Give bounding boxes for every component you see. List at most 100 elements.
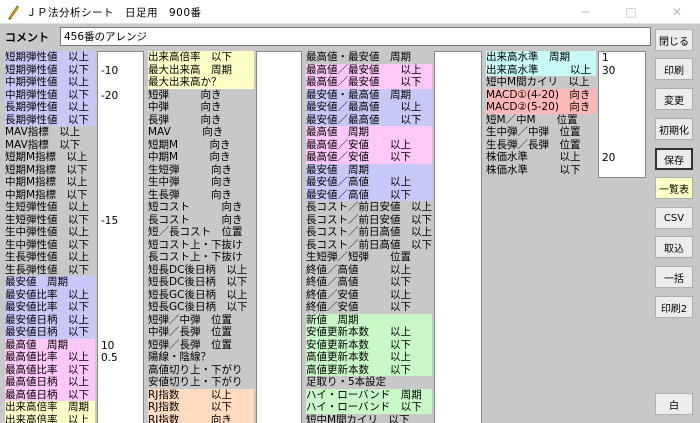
col2-value-13[interactable] <box>257 202 301 215</box>
col3-value-8[interactable] <box>435 140 481 153</box>
print2-button[interactable]: 印刷2 <box>655 296 693 318</box>
col3-value-22[interactable] <box>435 315 481 328</box>
col4-value-2[interactable]: 30 <box>599 65 645 78</box>
col3-value-2[interactable] <box>435 65 481 78</box>
minimize-icon[interactable]: − <box>562 0 608 24</box>
col1-value-30[interactable] <box>98 415 143 423</box>
col1-value-25[interactable]: 0.5 <box>98 352 143 365</box>
col3-value-11[interactable] <box>435 177 481 190</box>
col1-value-3[interactable] <box>98 77 143 90</box>
col2-value-18[interactable] <box>257 265 301 278</box>
col2-value-14[interactable] <box>257 215 301 228</box>
col1-value-24[interactable]: 10 <box>98 340 143 353</box>
col4-value-6[interactable] <box>599 115 645 128</box>
col3-value-29[interactable] <box>435 402 481 415</box>
col2-value-4[interactable] <box>257 90 301 103</box>
col3-value-1[interactable] <box>435 52 481 65</box>
col1-value-26[interactable] <box>98 365 143 378</box>
col1-value-29[interactable] <box>98 402 143 415</box>
col2-value-16[interactable] <box>257 240 301 253</box>
col2-value-2[interactable] <box>257 65 301 78</box>
col3-value-20[interactable] <box>435 290 481 303</box>
col3-value-24[interactable] <box>435 340 481 353</box>
save-button[interactable]: 保存 <box>655 148 693 170</box>
list-button[interactable]: 一覧表 <box>655 177 693 199</box>
col3-value-10[interactable] <box>435 165 481 178</box>
col2-value-24[interactable] <box>257 340 301 353</box>
import-button[interactable]: 取込 <box>655 236 693 258</box>
col2-value-20[interactable] <box>257 290 301 303</box>
close-icon[interactable]: ✕ <box>654 0 700 24</box>
col2-value-8[interactable] <box>257 140 301 153</box>
col2-value-6[interactable] <box>257 115 301 128</box>
col2-value-17[interactable] <box>257 252 301 265</box>
col3-value-7[interactable] <box>435 127 481 140</box>
col1-value-18[interactable] <box>98 265 143 278</box>
col1-value-23[interactable] <box>98 327 143 340</box>
change-button[interactable]: 変更 <box>655 88 693 110</box>
col1-value-12[interactable] <box>98 190 143 203</box>
batch-button[interactable]: 一括 <box>655 266 693 288</box>
col1-value-1[interactable] <box>98 52 143 65</box>
col3-value-13[interactable] <box>435 202 481 215</box>
col3-value-28[interactable] <box>435 390 481 403</box>
col4-value-4[interactable] <box>599 90 645 103</box>
col3-value-27[interactable] <box>435 377 481 390</box>
col2-value-3[interactable] <box>257 77 301 90</box>
col2-value-26[interactable] <box>257 365 301 378</box>
col2-value-28[interactable] <box>257 390 301 403</box>
col1-value-4[interactable]: -20 <box>98 90 143 103</box>
col1-value-13[interactable] <box>98 202 143 215</box>
col1-value-14[interactable]: -15 <box>98 215 143 228</box>
col3-value-3[interactable] <box>435 77 481 90</box>
col3-value-18[interactable] <box>435 265 481 278</box>
col3-value-17[interactable] <box>435 252 481 265</box>
col3-value-5[interactable] <box>435 102 481 115</box>
close-button[interactable]: 閉じる <box>655 29 693 51</box>
col1-value-7[interactable] <box>98 127 143 140</box>
col1-value-6[interactable] <box>98 115 143 128</box>
col3-value-26[interactable] <box>435 365 481 378</box>
white-button[interactable]: 白 <box>655 393 693 415</box>
col1-value-17[interactable] <box>98 252 143 265</box>
col2-value-1[interactable] <box>257 52 301 65</box>
col4-value-5[interactable] <box>599 102 645 115</box>
col2-value-25[interactable] <box>257 352 301 365</box>
col4-value-10[interactable] <box>599 165 645 178</box>
col3-value-14[interactable] <box>435 215 481 228</box>
comment-input[interactable] <box>60 27 651 46</box>
col1-value-5[interactable] <box>98 102 143 115</box>
col3-value-16[interactable] <box>435 240 481 253</box>
col1-value-11[interactable] <box>98 177 143 190</box>
col4-value-8[interactable] <box>599 140 645 153</box>
col1-value-20[interactable] <box>98 290 143 303</box>
col4-value-9[interactable]: 20 <box>599 152 645 165</box>
col3-value-21[interactable] <box>435 302 481 315</box>
col2-value-10[interactable] <box>257 165 301 178</box>
col1-value-27[interactable] <box>98 377 143 390</box>
col1-value-28[interactable] <box>98 390 143 403</box>
col2-value-21[interactable] <box>257 302 301 315</box>
csv-button[interactable]: CSV <box>655 207 693 229</box>
col2-value-29[interactable] <box>257 402 301 415</box>
col3-value-19[interactable] <box>435 277 481 290</box>
col3-value-12[interactable] <box>435 190 481 203</box>
col1-value-10[interactable] <box>98 165 143 178</box>
col3-value-9[interactable] <box>435 152 481 165</box>
col2-value-27[interactable] <box>257 377 301 390</box>
print-button[interactable]: 印刷 <box>655 58 693 80</box>
col1-value-16[interactable] <box>98 240 143 253</box>
col3-value-6[interactable] <box>435 115 481 128</box>
col1-value-2[interactable]: -10 <box>98 65 143 78</box>
col2-value-5[interactable] <box>257 102 301 115</box>
col3-value-25[interactable] <box>435 352 481 365</box>
col4-value-3[interactable] <box>599 77 645 90</box>
col2-value-30[interactable] <box>257 415 301 423</box>
col3-value-23[interactable] <box>435 327 481 340</box>
col3-value-15[interactable] <box>435 227 481 240</box>
col1-value-8[interactable] <box>98 140 143 153</box>
col2-value-9[interactable] <box>257 152 301 165</box>
col1-value-19[interactable] <box>98 277 143 290</box>
col1-value-22[interactable] <box>98 315 143 328</box>
col1-value-21[interactable] <box>98 302 143 315</box>
